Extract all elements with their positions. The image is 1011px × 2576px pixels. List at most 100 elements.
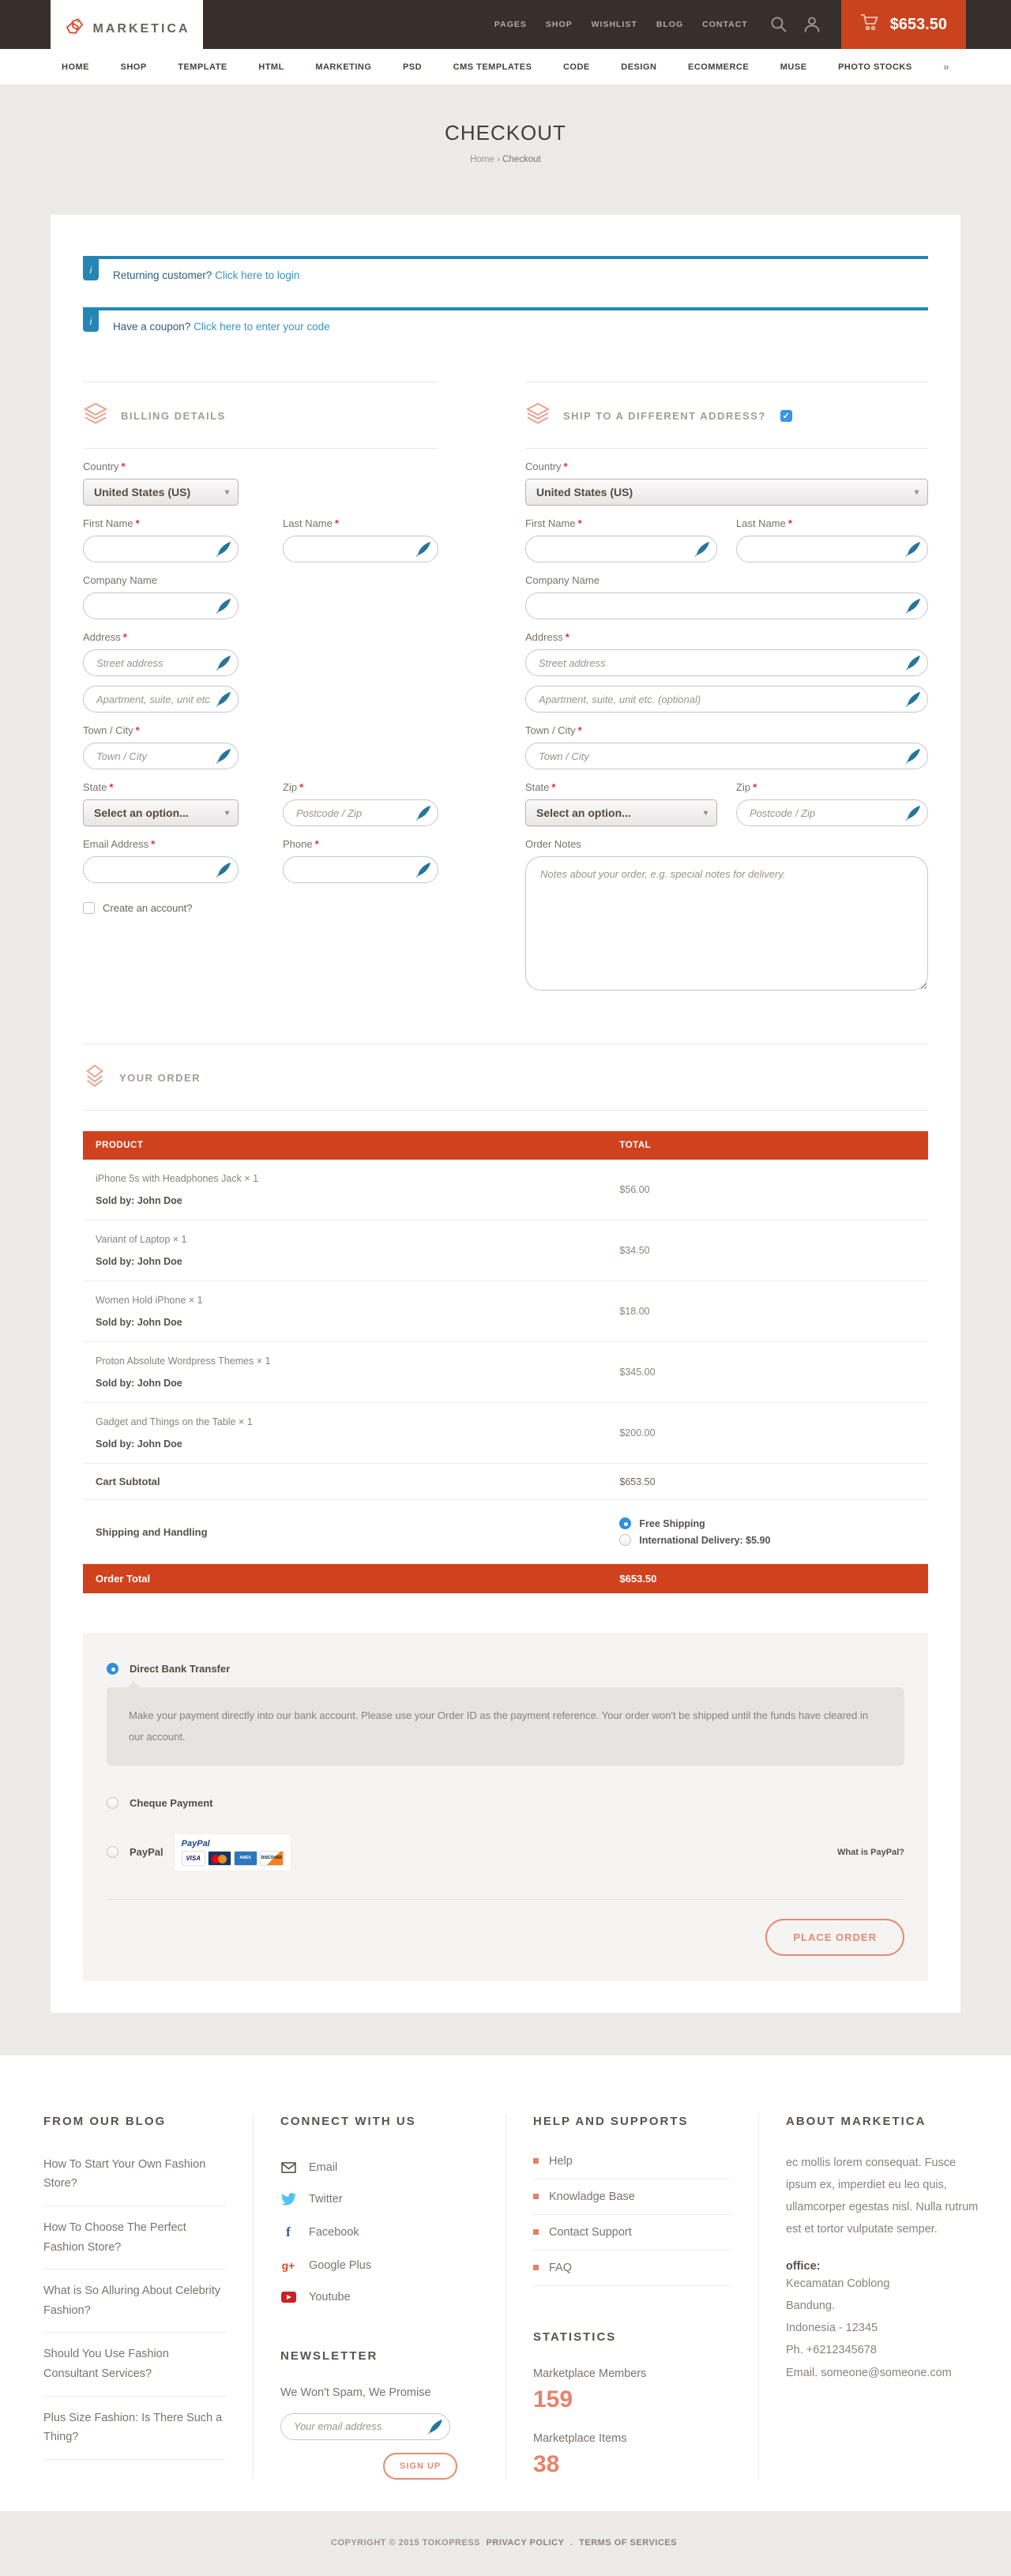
state-label: State* [83, 781, 239, 793]
discover-icon: DISCOVER [260, 1851, 284, 1866]
sign-up-button[interactable]: SIGN UP [383, 2453, 457, 2480]
amex-icon: AMEX [234, 1851, 257, 1866]
search-icon[interactable] [770, 16, 787, 33]
address-label: Address* [83, 631, 438, 643]
nav-shop[interactable]: SHOP [121, 62, 147, 72]
footer-help-column: HELP AND SUPPORTS Help Knowladge Base Co… [506, 2115, 758, 2480]
shipping-street-input[interactable] [525, 649, 928, 676]
email-label: Email Address* [83, 838, 239, 850]
radio-icon[interactable] [107, 1797, 118, 1809]
bank-transfer-option[interactable]: Direct Bank Transfer [95, 1663, 916, 1675]
zip-label: Zip* [736, 781, 928, 793]
shipping-state-select[interactable]: Select an option... [525, 799, 717, 826]
menu-contact[interactable]: CONTACT [702, 20, 748, 29]
cart-button[interactable]: $653.50 [841, 0, 966, 49]
logo[interactable]: MARKETICA [51, 0, 203, 58]
connect-heading: CONNECT WITH US [280, 2115, 479, 2128]
create-account-checkbox[interactable] [83, 902, 95, 914]
shipping-country-select[interactable]: United States (US) [525, 479, 928, 506]
breadcrumb-home[interactable]: Home [470, 155, 494, 164]
checkout-card: i Returning customer? Click here to logi… [51, 215, 960, 2013]
blog-link[interactable]: Should You Use Fashion Consultant Servic… [43, 2333, 226, 2396]
youtube-link[interactable]: Youtube [280, 2281, 479, 2313]
nav-home[interactable]: HOME [62, 62, 89, 72]
nav-design[interactable]: DESIGN [621, 62, 656, 72]
order-total-row: Order Total $653.50 [83, 1564, 928, 1593]
nav-html[interactable]: HTML [258, 62, 284, 72]
radio-selected-icon[interactable] [107, 1663, 118, 1675]
pen-icon [905, 655, 921, 675]
phone-line: Ph. +6212345678 [786, 2339, 984, 2361]
product-vendor: Sold by: John Doe [83, 1256, 607, 1267]
first-name-label: First Name* [525, 517, 717, 529]
shipping-row: Shipping and Handling Free Shipping Inte… [83, 1500, 928, 1564]
menu-pages[interactable]: PAGES [494, 20, 527, 29]
email-link[interactable]: Email [280, 2152, 479, 2183]
bank-transfer-label: Direct Bank Transfer [130, 1663, 230, 1675]
shipping-town-input[interactable] [525, 743, 928, 769]
product-vendor: Sold by: John Doe [83, 1438, 607, 1450]
user-icon[interactable] [803, 16, 821, 33]
product-total: $18.00 [607, 1306, 928, 1317]
nav-more-icon[interactable]: » [943, 61, 949, 73]
product-total: $345.00 [607, 1367, 928, 1378]
coupon-link[interactable]: Click here to enter your code [194, 321, 330, 333]
cheque-payment-option[interactable]: Cheque Payment [95, 1797, 916, 1809]
blog-link[interactable]: What is So Alluring About Celebrity Fash… [43, 2270, 226, 2333]
radio-selected-icon[interactable] [619, 1517, 631, 1529]
radio-icon[interactable] [619, 1534, 631, 1546]
menu-wishlist[interactable]: WISHLIST [592, 20, 637, 29]
order-notes-textarea[interactable] [525, 856, 928, 991]
privacy-policy-link[interactable]: PRIVACY POLICY [487, 2538, 565, 2548]
help-link[interactable]: Knowladge Base [533, 2179, 731, 2215]
nav-code[interactable]: CODE [563, 62, 590, 72]
returning-customer-notice: i Returning customer? Click here to logi… [83, 256, 928, 286]
copyright-text: COPYRIGHT © 2015 TOKOPRESS [331, 2538, 480, 2548]
help-link[interactable]: Contact Support [533, 2215, 731, 2251]
nav-psd[interactable]: PSD [403, 62, 422, 72]
international-delivery-option[interactable]: International Delivery: $5.90 [607, 1534, 928, 1546]
shipping-first-name-input[interactable] [525, 536, 717, 562]
shipping-last-name-input[interactable] [736, 536, 928, 562]
members-label: Marketplace Members [533, 2367, 731, 2380]
free-shipping-option[interactable]: Free Shipping [607, 1517, 928, 1529]
login-link[interactable]: Click here to login [215, 269, 299, 281]
place-order-button[interactable]: PLACE ORDER [765, 1919, 904, 1956]
shipping-label: Shipping and Handling [83, 1526, 607, 1538]
billing-country-select[interactable]: United States (US) [83, 479, 239, 506]
shipping-zip-input[interactable] [736, 799, 928, 826]
shipping-apartment-input[interactable] [525, 686, 928, 713]
blog-link[interactable]: Plus Size Fashion: Is There Such a Thing… [43, 2397, 226, 2460]
twitter-link[interactable]: Twitter [280, 2183, 479, 2215]
address-line: Bandung. [786, 2295, 984, 2317]
nav-photo-stocks[interactable]: PHOTO STOCKS [838, 62, 912, 72]
terms-link[interactable]: TERMS OF SERVICES [579, 2538, 677, 2548]
office-label: office: [786, 2260, 984, 2273]
what-is-paypal-link[interactable]: What is PayPal? [837, 1848, 904, 1857]
paypal-option[interactable]: PayPal PayPal VISA AMEX DISCOVER What is… [95, 1834, 916, 1871]
billing-state-select[interactable]: Select an option... [83, 799, 239, 826]
menu-blog[interactable]: BLOG [656, 20, 683, 29]
google-plus-link[interactable]: g+ Google Plus [280, 2250, 479, 2281]
help-link[interactable]: Help [533, 2152, 731, 2179]
newsletter-email-input[interactable] [280, 2413, 450, 2440]
nav-ecommerce[interactable]: ECOMMERCE [688, 62, 749, 72]
shipping-company-input[interactable] [525, 592, 928, 619]
page-title: CHECKOUT [0, 121, 1011, 145]
blog-heading: FROM OUR BLOG [43, 2115, 226, 2128]
create-account-label: Create an account? [103, 902, 192, 914]
ship-different-checkbox[interactable] [780, 410, 792, 422]
cart-subtotal-row: Cart Subtotal $653.50 [83, 1464, 928, 1500]
nav-cms-templates[interactable]: CMS TEMPLATES [453, 62, 532, 72]
nav-muse[interactable]: MUSE [780, 62, 807, 72]
blog-link[interactable]: How To Start Your Own Fashion Store? [43, 2152, 226, 2206]
radio-icon[interactable] [107, 1846, 118, 1858]
nav-template[interactable]: TEMPLATE [178, 62, 227, 72]
menu-shop[interactable]: SHOP [546, 20, 573, 29]
last-name-label: Last Name* [283, 517, 438, 529]
help-link[interactable]: FAQ [533, 2251, 731, 2286]
blog-link[interactable]: How To Choose The Perfect Fashion Store? [43, 2206, 226, 2270]
facebook-link[interactable]: f Facebook [280, 2215, 479, 2250]
state-label: State* [525, 781, 717, 793]
nav-marketing[interactable]: MARKETING [315, 62, 371, 72]
